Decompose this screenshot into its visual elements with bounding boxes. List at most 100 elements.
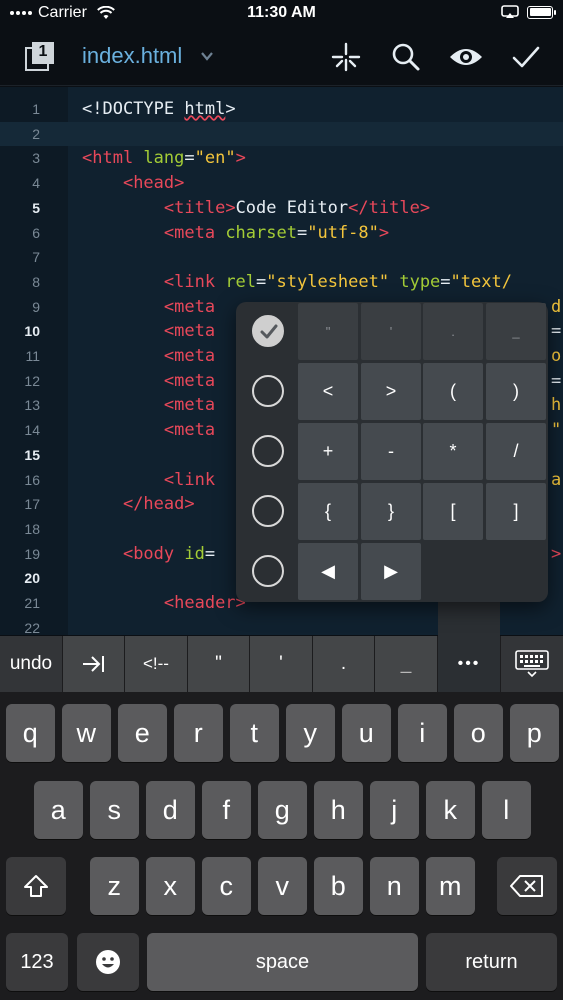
- clipped-code-text: =: [551, 370, 562, 391]
- return-key[interactable]: return: [426, 933, 557, 991]
- code-line[interactable]: 1 <!DOCTYPE html>: [0, 97, 563, 122]
- tab-indent-button[interactable]: [63, 636, 124, 692]
- key-t[interactable]: t: [230, 704, 279, 762]
- code-text[interactable]: </head>: [82, 494, 195, 514]
- code-text[interactable]: <header>: [82, 593, 246, 613]
- numbers-key[interactable]: 123: [6, 933, 68, 991]
- key-o[interactable]: o: [454, 704, 503, 762]
- comment-button[interactable]: <!--: [125, 636, 187, 692]
- code-text[interactable]: <link: [82, 470, 215, 490]
- key-q[interactable]: q: [6, 704, 55, 762]
- sparkle-icon[interactable]: [331, 42, 361, 72]
- key-b[interactable]: b: [314, 857, 363, 915]
- code-line[interactable]: 5 <title>Code Editor</title>: [0, 196, 563, 221]
- code-text[interactable]: <title>Code Editor</title>: [82, 198, 430, 218]
- eye-icon[interactable]: [449, 42, 483, 72]
- code-text[interactable]: <html lang="en">: [82, 148, 246, 168]
- key-k[interactable]: k: [426, 781, 475, 839]
- symbol-key[interactable]: ': [361, 303, 421, 360]
- key-n[interactable]: n: [370, 857, 419, 915]
- symbol-key[interactable]: .: [423, 303, 483, 360]
- key-g[interactable]: g: [258, 781, 307, 839]
- cursor-left-button[interactable]: ◀: [298, 543, 358, 600]
- symbol-key[interactable]: /: [486, 423, 546, 480]
- key-z[interactable]: z: [90, 857, 139, 915]
- symbol-key[interactable]: ]: [486, 483, 546, 540]
- key-y[interactable]: y: [286, 704, 335, 762]
- key-d[interactable]: d: [146, 781, 195, 839]
- code-line[interactable]: 2: [0, 121, 563, 147]
- symbol-key[interactable]: -: [361, 423, 421, 480]
- key-v[interactable]: v: [258, 857, 307, 915]
- code-text[interactable]: <meta charset="utf-8">: [82, 223, 389, 243]
- tab-indent-icon: [82, 656, 104, 672]
- space-key[interactable]: space: [147, 933, 418, 991]
- undo-button[interactable]: undo: [0, 636, 62, 692]
- code-text[interactable]: <meta: [82, 420, 215, 440]
- symbol-row-radio[interactable]: [252, 435, 284, 467]
- key-m[interactable]: m: [426, 857, 475, 915]
- keyboard-dismiss-icon: [515, 650, 549, 678]
- underscore-button[interactable]: _: [375, 636, 437, 692]
- key-i[interactable]: i: [398, 704, 447, 762]
- tabs-icon[interactable]: 1: [24, 40, 56, 72]
- key-r[interactable]: r: [174, 704, 223, 762]
- line-number: 21: [24, 595, 40, 611]
- key-h[interactable]: h: [314, 781, 363, 839]
- symbol-key[interactable]: +: [298, 423, 358, 480]
- key-s[interactable]: s: [90, 781, 139, 839]
- code-text[interactable]: <meta: [82, 346, 215, 366]
- key-c[interactable]: c: [202, 857, 251, 915]
- symbol-key[interactable]: [: [423, 483, 483, 540]
- key-a[interactable]: a: [34, 781, 83, 839]
- status-time: 11:30 AM: [247, 4, 316, 21]
- key-p[interactable]: p: [510, 704, 559, 762]
- double-quote-button[interactable]: ": [188, 636, 249, 692]
- symbol-row-radio[interactable]: [252, 555, 284, 587]
- search-icon[interactable]: [391, 42, 421, 72]
- code-text[interactable]: <meta: [82, 321, 215, 341]
- symbol-key[interactable]: }: [361, 483, 421, 540]
- symbol-row-radio[interactable]: [252, 495, 284, 527]
- code-line[interactable]: 8 <link rel="stylesheet" type="text/: [0, 270, 563, 295]
- symbol-key[interactable]: {: [298, 483, 358, 540]
- code-text[interactable]: <meta: [82, 297, 215, 317]
- key-u[interactable]: u: [342, 704, 391, 762]
- key-l[interactable]: l: [482, 781, 531, 839]
- symbol-key[interactable]: <: [298, 363, 358, 420]
- symbol-row-radio[interactable]: [252, 375, 284, 407]
- symbol-key[interactable]: ): [486, 363, 546, 420]
- emoji-key[interactable]: [77, 933, 139, 991]
- symbol-key[interactable]: *: [423, 423, 483, 480]
- code-text[interactable]: <head>: [82, 173, 184, 193]
- symbol-key[interactable]: ": [298, 303, 358, 360]
- symbol-key[interactable]: _: [486, 303, 546, 360]
- checkmark-icon[interactable]: [511, 42, 541, 72]
- chevron-down-icon[interactable]: [200, 50, 214, 62]
- shift-key[interactable]: [6, 857, 66, 915]
- code-text[interactable]: <!DOCTYPE html>: [82, 99, 236, 119]
- code-line[interactable]: 7: [0, 245, 563, 270]
- key-e[interactable]: e: [118, 704, 167, 762]
- symbol-row-radio-selected[interactable]: [252, 315, 284, 347]
- single-quote-button[interactable]: ': [250, 636, 312, 692]
- delete-key[interactable]: [497, 857, 557, 915]
- period-button[interactable]: .: [313, 636, 374, 692]
- code-text[interactable]: <meta: [82, 371, 215, 391]
- symbol-key[interactable]: (: [423, 363, 483, 420]
- keyboard-dismiss-button[interactable]: [501, 636, 563, 692]
- key-j[interactable]: j: [370, 781, 419, 839]
- key-f[interactable]: f: [202, 781, 251, 839]
- more-symbols-button[interactable]: •••: [438, 636, 500, 692]
- key-w[interactable]: w: [62, 704, 111, 762]
- code-line[interactable]: 4 <head>: [0, 171, 563, 196]
- key-x[interactable]: x: [146, 857, 195, 915]
- code-line[interactable]: 3 <html lang="en">: [0, 146, 563, 171]
- cursor-right-button[interactable]: ▶: [361, 543, 421, 600]
- symbol-key[interactable]: >: [361, 363, 421, 420]
- code-text[interactable]: <link rel="stylesheet" type="text/: [82, 272, 512, 292]
- code-line[interactable]: 6 <meta charset="utf-8">: [0, 221, 563, 246]
- code-text[interactable]: <meta: [82, 395, 215, 415]
- code-text[interactable]: <body id=: [82, 544, 215, 564]
- file-title[interactable]: index.html: [82, 43, 182, 69]
